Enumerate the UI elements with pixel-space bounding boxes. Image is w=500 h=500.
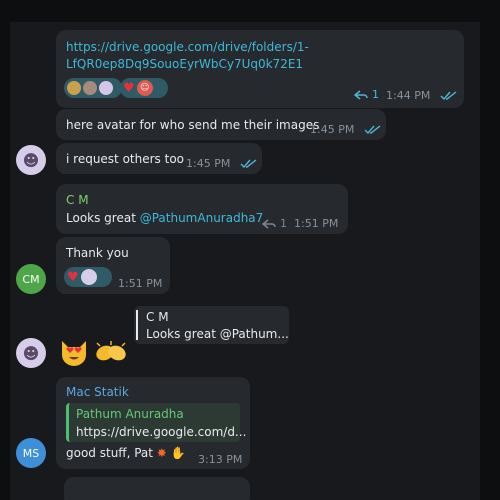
- clapping-hands-emoji: [96, 341, 126, 361]
- reaction-avatars[interactable]: [64, 78, 122, 98]
- message-time: 3:13 PM: [198, 453, 243, 466]
- reaction-heart[interactable]: ♥ ☺: [120, 78, 168, 98]
- heart-icon: ♥: [123, 80, 135, 96]
- collision-emoji: ✸: [156, 446, 167, 460]
- user-avatar[interactable]: ☻: [16, 145, 46, 175]
- forward-count[interactable]: 1: [262, 217, 287, 230]
- quote-sender: C M: [146, 310, 169, 324]
- chat-area[interactable]: https://drive.google.com/drive/folders/1…: [10, 22, 480, 500]
- heart-eyes-cat-emoji: [62, 341, 86, 366]
- heart-icon: ♥: [67, 269, 79, 285]
- message-time: 1:44 PM: [386, 89, 431, 102]
- quote-text: Looks great @Pathum...: [146, 327, 289, 341]
- message-bubble[interactable]: Thank you ♥ 1:51 PM: [56, 237, 170, 294]
- message-bubble[interactable]: i request others too 1:45 PM: [56, 143, 262, 174]
- message-text: here avatar for who send me their images: [66, 118, 320, 132]
- message-text: i request others too: [66, 152, 185, 166]
- message-bubble-link[interactable]: https://drive.google.com/drive/folders/1…: [56, 30, 464, 108]
- reply-text: https://drive.google.com/d...: [76, 425, 247, 439]
- avatar-image: [80, 269, 97, 285]
- message-bubble-partial[interactable]: [64, 477, 250, 500]
- raised-hands-emoji: ✋: [170, 446, 186, 460]
- avatar-image: ☺: [136, 80, 153, 96]
- forward-icon: [354, 89, 368, 100]
- message-time: 1:45 PM: [186, 157, 231, 170]
- user-avatar[interactable]: ☻: [16, 338, 46, 368]
- message-time: 1:45 PM: [310, 123, 355, 136]
- forward-count-value: 1: [280, 217, 287, 230]
- user-avatar-ms[interactable]: MS: [16, 438, 46, 468]
- mention-link[interactable]: @PathumAnuradha7: [140, 211, 264, 225]
- avatar-initials: CM: [22, 272, 40, 286]
- forward-icon: [262, 218, 276, 229]
- avatar-image: ☻: [22, 343, 40, 363]
- avatar-image: [99, 81, 113, 95]
- message-text: good stuff, Pat ✸ ✋: [66, 446, 186, 460]
- user-avatar-cm[interactable]: CM: [16, 264, 46, 294]
- reply-preview[interactable]: Pathum Anuradha https://drive.google.com…: [66, 403, 246, 442]
- message-text-body: good stuff, Pat: [66, 446, 153, 460]
- message-text-prefix: Looks great: [66, 211, 140, 225]
- avatar-image: [67, 81, 81, 95]
- forward-count-value: 1: [372, 88, 379, 101]
- avatar-image: ☻: [22, 150, 40, 170]
- message-text: Thank you: [66, 246, 129, 260]
- double-check-icon: [440, 91, 457, 101]
- sender-name[interactable]: C M: [66, 193, 89, 207]
- quoted-message[interactable]: C M Looks great @Pathum...: [134, 306, 289, 344]
- reaction-heart[interactable]: ♥: [64, 267, 112, 287]
- drive-link[interactable]: https://drive.google.com/drive/folders/1…: [66, 40, 309, 71]
- message-time: 1:51 PM: [294, 217, 339, 230]
- message-time: 1:51 PM: [118, 277, 163, 290]
- sender-name[interactable]: Mac Statik: [66, 385, 129, 399]
- avatar-initials: MS: [22, 446, 40, 460]
- double-check-icon: [240, 159, 257, 169]
- double-check-icon: [364, 125, 381, 135]
- reply-sender: Pathum Anuradha: [76, 407, 184, 421]
- forward-count[interactable]: 1: [354, 88, 379, 101]
- message-bubble[interactable]: here avatar for who send me their images…: [56, 109, 386, 140]
- avatar-image: [83, 81, 97, 95]
- message-text: Looks great @PathumAnuradha7: [66, 211, 263, 225]
- message-bubble[interactable]: C M Looks great @PathumAnuradha7 1 1:51 …: [56, 184, 348, 234]
- message-bubble[interactable]: Mac Statik Pathum Anuradha https://drive…: [56, 377, 250, 469]
- quote-bar: [136, 310, 138, 340]
